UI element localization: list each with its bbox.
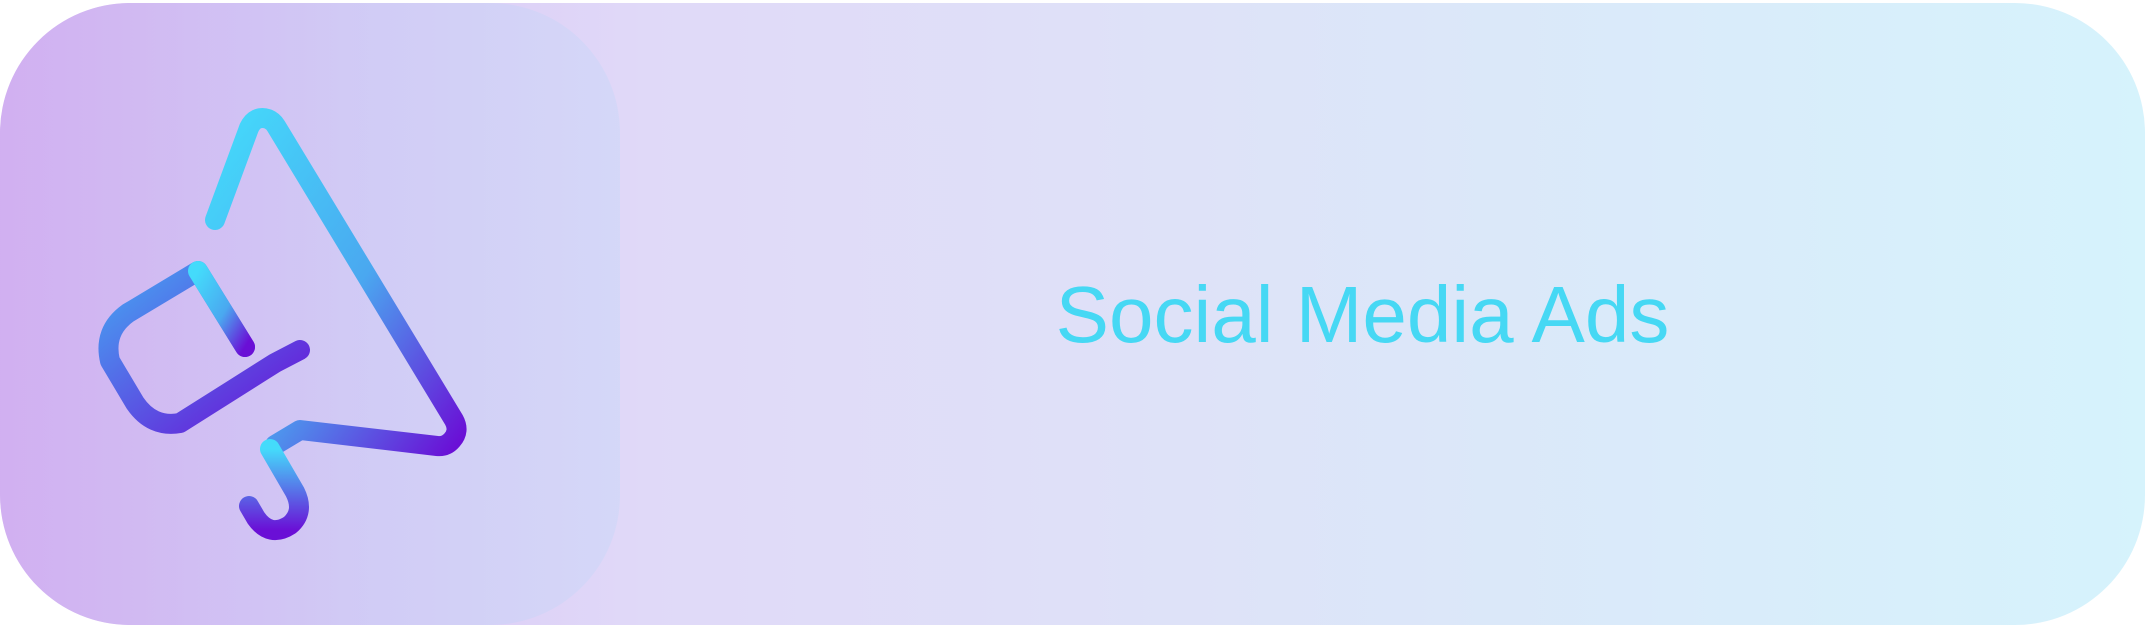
megaphone-icon <box>98 108 467 541</box>
icon-tile <box>0 3 620 625</box>
social-media-ads-button[interactable]: Social Media Ads <box>0 3 2145 625</box>
button-label: Social Media Ads <box>1055 270 1670 359</box>
